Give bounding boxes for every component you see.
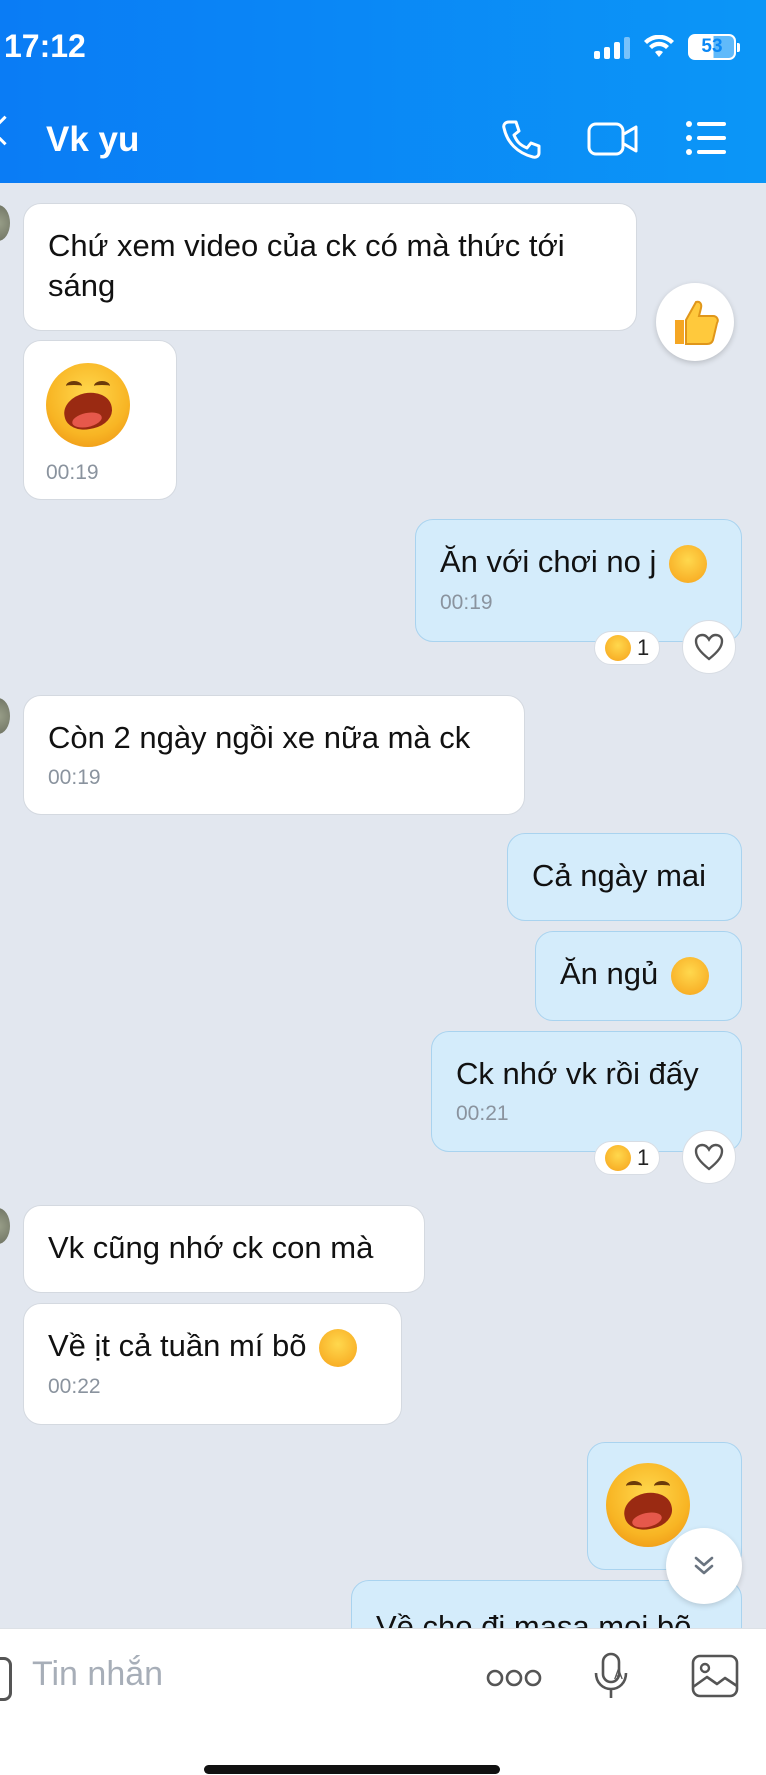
message-incoming[interactable]: Vk cũng nhớ ck con mà <box>23 1205 425 1293</box>
message-text: Vk cũng nhớ ck con mà <box>48 1230 374 1265</box>
phone-icon[interactable] <box>500 118 542 160</box>
home-indicator <box>204 1765 500 1774</box>
heart-icon <box>694 633 724 661</box>
laughing-emoji-icon <box>46 363 130 447</box>
battery-icon: 53 <box>688 34 740 60</box>
video-call-icon[interactable] <box>586 118 640 160</box>
message-time: 00:19 <box>46 461 99 484</box>
laughing-emoji-icon <box>606 1463 690 1547</box>
laughing-emoji-icon <box>669 544 708 583</box>
menu-list-icon[interactable] <box>684 118 728 158</box>
avatar[interactable] <box>0 205 10 241</box>
reaction-count: 1 <box>637 1145 650 1170</box>
chat-header: 17:12 53 Vk yu <box>0 0 766 183</box>
avatar[interactable] <box>0 1208 10 1244</box>
message-composer: Tin nhắn A <box>0 1628 766 1775</box>
message-time: 00:21 <box>456 1102 509 1125</box>
thumbs-up-icon <box>675 300 719 345</box>
image-gallery-icon[interactable] <box>690 1653 740 1699</box>
message-incoming[interactable]: Về ịt cả tuần mí bõ 00:22 <box>23 1303 402 1425</box>
message-incoming[interactable]: Chứ xem video của ck có mà thức tới sáng <box>23 203 637 331</box>
message-text: Về ịt cả tuần mí bõ <box>48 1328 307 1363</box>
message-text: Ăn với chơi no j <box>440 544 657 579</box>
reaction-count: 1 <box>637 635 650 660</box>
message-text: Cả ngày mai <box>532 858 707 893</box>
wifi-icon <box>644 35 674 57</box>
avatar[interactable] <box>0 698 10 734</box>
thinking-emoji-icon <box>670 956 709 995</box>
message-text: Ck nhớ vk rồi đấy <box>456 1056 699 1091</box>
react-heart-button[interactable] <box>682 620 736 674</box>
status-icons: 53 <box>594 34 740 60</box>
status-time: 17:12 <box>4 28 86 64</box>
laughing-emoji-icon <box>605 635 631 661</box>
voice-to-text-icon[interactable]: A <box>592 1651 632 1701</box>
tears-of-joy-emoji-icon <box>319 1328 358 1367</box>
message-time: 00:19 <box>440 590 493 614</box>
laughing-emoji-icon <box>605 1145 631 1171</box>
chat-title[interactable]: Vk yu <box>46 120 139 160</box>
react-heart-button[interactable] <box>682 1130 736 1184</box>
message-text: Còn 2 ngày ngồi xe nữa mà ck <box>48 720 471 755</box>
message-outgoing[interactable]: Cả ngày mai <box>507 833 742 921</box>
double-chevron-down-icon <box>694 1556 714 1575</box>
message-time: 00:22 <box>48 1374 101 1398</box>
message-text: Chứ xem video của ck có mà thức tới sáng <box>48 228 565 303</box>
like-button[interactable] <box>656 283 734 361</box>
message-outgoing[interactable]: Ăn với chơi no j 00:19 <box>415 519 742 642</box>
scroll-to-bottom-button[interactable] <box>666 1528 742 1604</box>
signal-icon <box>594 35 630 59</box>
heart-icon <box>694 1143 724 1171</box>
message-outgoing[interactable]: Ăn ngủ <box>535 931 742 1021</box>
message-incoming-sticker[interactable]: 00:19 <box>23 340 177 500</box>
more-options-icon[interactable] <box>486 1667 542 1689</box>
svg-text:A: A <box>614 1668 623 1683</box>
reaction-summary[interactable]: 1 <box>594 631 661 665</box>
message-input[interactable]: Tin nhắn <box>32 1655 163 1694</box>
emoji-toggle-icon[interactable] <box>0 1657 12 1701</box>
message-incoming[interactable]: Còn 2 ngày ngồi xe nữa mà ck 00:19 <box>23 695 525 815</box>
message-time: 00:19 <box>48 766 101 789</box>
back-icon[interactable] <box>0 115 20 146</box>
message-text: Ăn ngủ <box>560 956 659 991</box>
reaction-summary[interactable]: 1 <box>594 1141 661 1175</box>
